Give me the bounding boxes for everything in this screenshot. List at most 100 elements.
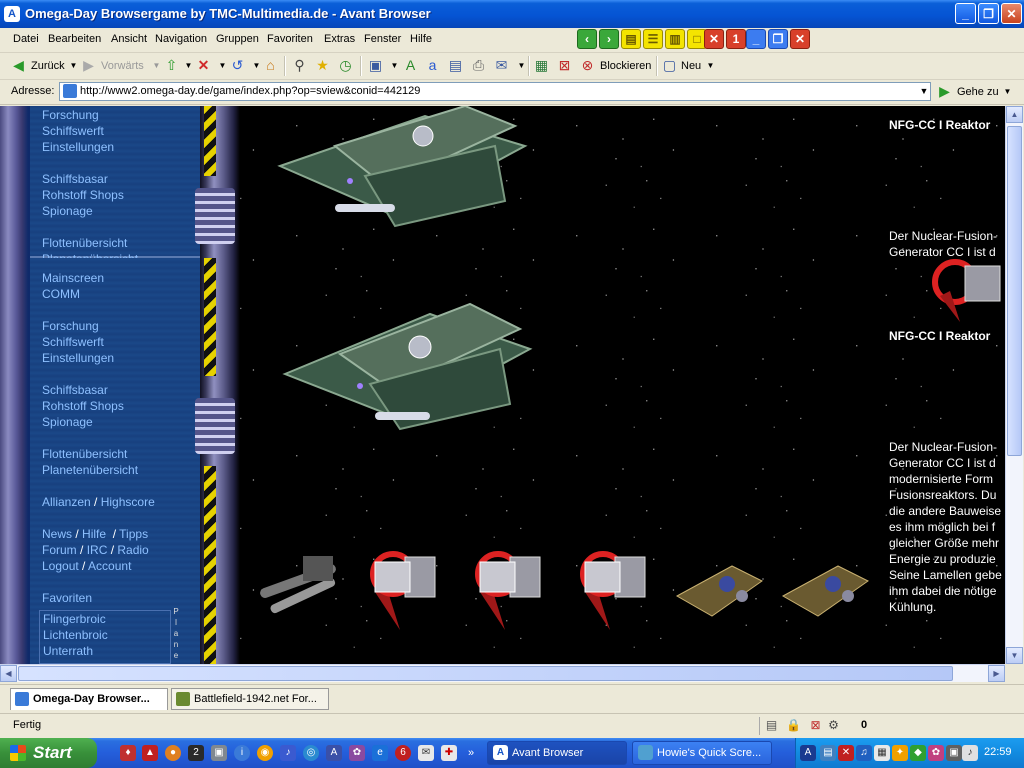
tile-vertical-icon[interactable]: ▥: [665, 29, 685, 49]
nav-planetenuebersicht-clipped[interactable]: Planetenübersicht: [42, 252, 138, 258]
window-dropdown-icon[interactable]: ▼: [386, 57, 403, 74]
nav-flottenuebersicht[interactable]: Flottenübersicht: [42, 236, 127, 250]
nav-einstellungen[interactable]: Einstellungen: [42, 351, 114, 365]
vertical-scroll-thumb[interactable]: [1007, 126, 1022, 456]
favorite-item[interactable]: Lichtenbroic: [43, 628, 108, 642]
network-icon[interactable]: ▤: [763, 717, 780, 734]
tab-restore-icon[interactable]: ❐: [768, 29, 788, 49]
menu-datei[interactable]: Datei: [13, 33, 39, 45]
taskbar-howies-quick-screen[interactable]: Howie's Quick Scre...: [632, 741, 772, 765]
tray-icon[interactable]: ♫: [856, 745, 872, 761]
nav-forum[interactable]: Forum: [42, 543, 77, 557]
block-image-icon[interactable]: ⊠: [556, 57, 573, 74]
quicklaunch-icon[interactable]: ▣: [211, 745, 227, 761]
address-input[interactable]: http://www2.omega-day.de/game/index.php?…: [59, 82, 931, 101]
close-button[interactable]: ✕: [1001, 3, 1022, 24]
taskbar-avant-browser[interactable]: A Avant Browser: [487, 741, 627, 765]
nav-allianzen[interactable]: Allianzen: [42, 495, 91, 509]
lock-icon[interactable]: 🔒: [785, 717, 802, 734]
scroll-down-icon[interactable]: ▼: [1006, 647, 1023, 664]
restore-button[interactable]: ❐: [978, 3, 999, 24]
encoding-icon[interactable]: a: [424, 57, 441, 74]
quicklaunch-icon[interactable]: A: [326, 745, 342, 761]
new-button[interactable]: Neu: [681, 60, 701, 72]
scroll-up-icon[interactable]: ▲: [1006, 106, 1023, 123]
menu-fenster[interactable]: Fenster: [364, 33, 401, 45]
tray-icon[interactable]: ✕: [838, 745, 854, 761]
minimize-button[interactable]: _: [955, 3, 976, 24]
vertical-scrollbar[interactable]: ▲ ▼: [1005, 106, 1023, 664]
nav-account[interactable]: Account: [88, 559, 131, 573]
tile-horizontal-icon[interactable]: ☰: [643, 29, 663, 49]
go-button[interactable]: Gehe zu: [957, 86, 999, 98]
popup-blocked-icon[interactable]: ⊠: [807, 717, 824, 734]
go-arrow-icon[interactable]: ▶: [936, 83, 953, 100]
nav-mainscreen[interactable]: Mainscreen: [42, 271, 104, 285]
quicklaunch-more-icon[interactable]: »: [463, 745, 479, 761]
tray-icon[interactable]: ▣: [946, 745, 962, 761]
tray-icon[interactable]: A: [800, 745, 816, 761]
nav-planetenuebersicht[interactable]: Planetenübersicht: [42, 463, 138, 477]
title-bar[interactable]: A Omega-Day Browsergame by TMC-Multimedi…: [0, 0, 1024, 28]
scroll-right-icon[interactable]: ▶: [988, 665, 1005, 682]
tab-minimize-icon[interactable]: _: [746, 29, 766, 49]
nav-forschung[interactable]: Forschung: [42, 319, 99, 333]
nav-forschung[interactable]: Forschung: [42, 108, 99, 122]
nav-schiffsbasar[interactable]: Schiffsbasar: [42, 172, 108, 186]
home-icon[interactable]: ⌂: [262, 57, 279, 74]
mail-icon[interactable]: ✉: [493, 57, 510, 74]
nav-news[interactable]: News: [42, 527, 72, 541]
quicklaunch-icon[interactable]: ♪: [280, 745, 296, 761]
address-dropdown-icon[interactable]: ▼: [917, 82, 931, 101]
favorite-item[interactable]: Unterrath: [43, 644, 93, 658]
print-icon[interactable]: ⎙: [470, 57, 487, 74]
menu-bearbeiten[interactable]: Bearbeiten: [48, 33, 101, 45]
quicklaunch-icon[interactable]: ▲: [142, 745, 158, 761]
quicklaunch-icon[interactable]: ✚: [441, 745, 457, 761]
favorites-star-icon[interactable]: ★: [314, 57, 331, 74]
tray-icon[interactable]: ▦: [874, 745, 890, 761]
menu-ansicht[interactable]: Ansicht: [111, 33, 147, 45]
page-icon[interactable]: ▤: [447, 57, 464, 74]
quicklaunch-icon[interactable]: ●: [165, 745, 181, 761]
tab-close-icon[interactable]: ✕: [790, 29, 810, 49]
new-dropdown-icon[interactable]: ▼: [702, 57, 719, 74]
menu-favoriten[interactable]: Favoriten: [267, 33, 313, 45]
tray-icon[interactable]: ✿: [928, 745, 944, 761]
quicklaunch-icon[interactable]: 2: [188, 745, 204, 761]
menu-gruppen[interactable]: Gruppen: [216, 33, 259, 45]
favorite-item[interactable]: Flingerbroic: [43, 612, 106, 626]
tray-icon[interactable]: ◆: [910, 745, 926, 761]
nav-irc[interactable]: IRC: [87, 543, 108, 557]
menu-hilfe[interactable]: Hilfe: [410, 33, 432, 45]
nav-schiffswerft[interactable]: Schiffswerft: [42, 124, 104, 138]
nav-comm[interactable]: COMM: [42, 287, 80, 301]
window-icon[interactable]: ▣: [367, 57, 384, 74]
nav-einstellungen[interactable]: Einstellungen: [42, 140, 114, 154]
quicklaunch-icon[interactable]: 6: [395, 745, 411, 761]
tab-count-badge[interactable]: 1: [726, 29, 746, 49]
block-button[interactable]: Blockieren: [600, 60, 651, 72]
history-icon[interactable]: ◷: [337, 57, 354, 74]
avant-browser-icon[interactable]: A: [4, 6, 20, 22]
back-button[interactable]: Zurück: [31, 60, 65, 72]
nav-tipps[interactable]: Tipps: [119, 527, 148, 541]
nav-hilfe[interactable]: Hilfe: [82, 527, 106, 541]
nav-logout[interactable]: Logout: [42, 559, 79, 573]
horizontal-scroll-thumb[interactable]: [18, 666, 953, 681]
nav-spionage[interactable]: Spionage: [42, 204, 93, 218]
forward-arrow-icon[interactable]: ▶: [80, 57, 97, 74]
stop-icon[interactable]: ✕: [195, 57, 212, 74]
next-tab-icon[interactable]: ›: [599, 29, 619, 49]
image-icon[interactable]: ▦: [533, 57, 550, 74]
nav-highscore[interactable]: Highscore: [101, 495, 155, 509]
nav-rohstoff-shops[interactable]: Rohstoff Shops: [42, 399, 124, 413]
back-arrow-icon[interactable]: ◀: [10, 57, 27, 74]
text-larger-icon[interactable]: A: [402, 57, 419, 74]
tab-omega-day[interactable]: Omega-Day Browser...: [10, 688, 168, 710]
quicklaunch-icon[interactable]: i: [234, 745, 250, 761]
go-dropdown-icon[interactable]: ▼: [999, 83, 1016, 100]
quicklaunch-icon[interactable]: ◉: [257, 745, 273, 761]
scroll-left-icon[interactable]: ◀: [0, 665, 17, 682]
nav-schiffswerft[interactable]: Schiffswerft: [42, 335, 104, 349]
